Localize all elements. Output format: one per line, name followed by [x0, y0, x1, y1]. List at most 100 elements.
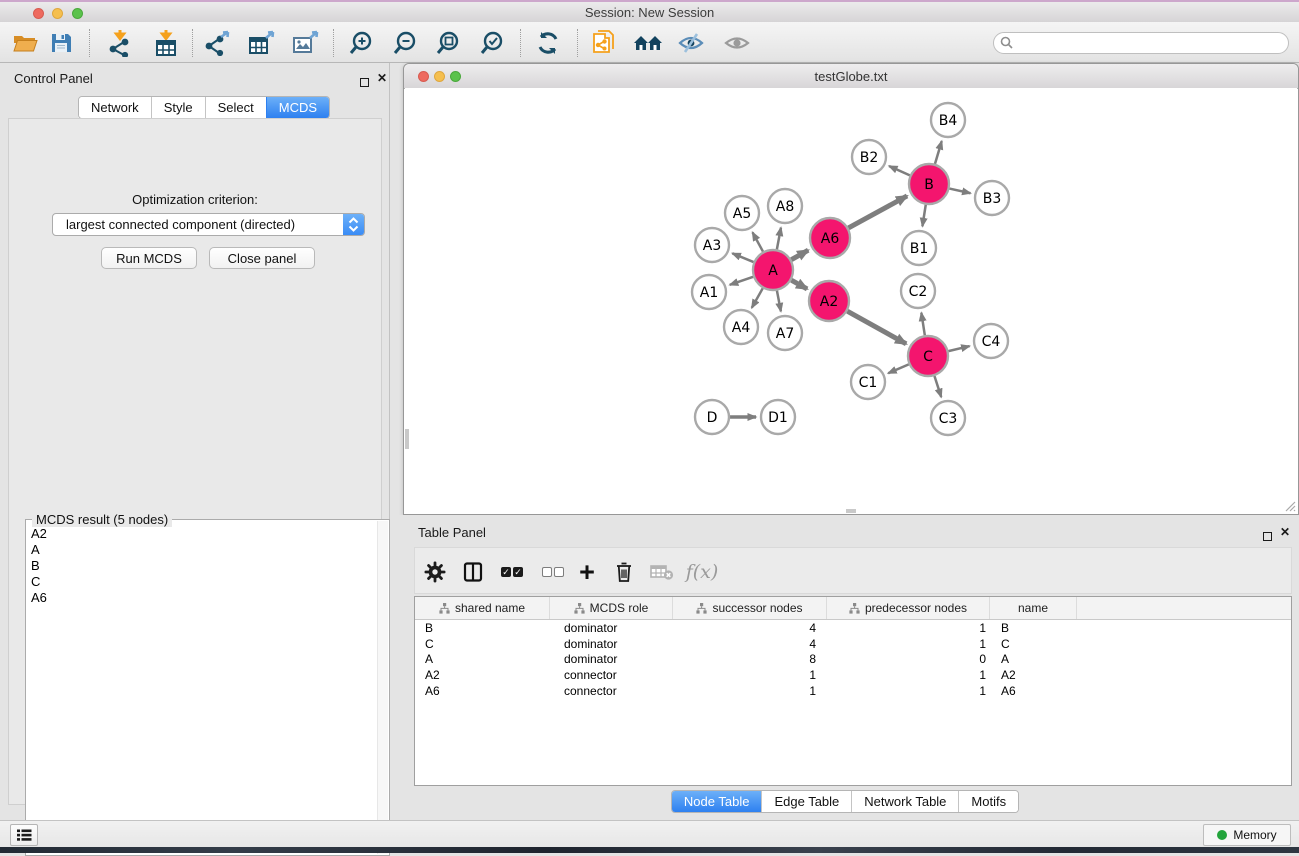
- float-table-panel-icon[interactable]: [1263, 528, 1272, 546]
- result-item[interactable]: C: [28, 574, 377, 590]
- memory-button[interactable]: Memory: [1203, 824, 1291, 846]
- result-item[interactable]: B: [28, 558, 377, 574]
- close-panel-icon[interactable]: ✕: [377, 73, 387, 83]
- table-cell[interactable]: 1: [827, 684, 990, 698]
- edge-C-C3[interactable]: [934, 376, 941, 397]
- table-row[interactable]: A6connector11A6: [415, 683, 1291, 699]
- table-cell[interactable]: B: [990, 621, 1077, 635]
- table-cell[interactable]: connector: [550, 668, 673, 682]
- search-input[interactable]: [993, 32, 1289, 54]
- table-row[interactable]: Adominator80A: [415, 651, 1291, 667]
- delete-row-button[interactable]: [608, 556, 640, 588]
- optimization-criterion-dropdown[interactable]: largest connected component (directed): [52, 213, 365, 236]
- open-session-button[interactable]: [10, 28, 40, 58]
- table-cell[interactable]: dominator: [550, 637, 673, 651]
- close-table-panel-icon[interactable]: ✕: [1280, 527, 1290, 537]
- table-cell[interactable]: A6: [990, 684, 1077, 698]
- export-network-button[interactable]: [203, 28, 233, 58]
- table-cell[interactable]: 1: [827, 637, 990, 651]
- table-cell[interactable]: C: [990, 637, 1077, 651]
- tab-select[interactable]: Select: [205, 97, 266, 118]
- tab-mcds[interactable]: MCDS: [266, 97, 329, 118]
- edge-C-C4[interactable]: [948, 346, 969, 351]
- edge-A6-B[interactable]: [848, 196, 907, 228]
- zoom-in-button[interactable]: [346, 28, 376, 58]
- table-cell[interactable]: C: [415, 637, 550, 651]
- table-cell[interactable]: A2: [990, 668, 1077, 682]
- edge-A-A5[interactable]: [753, 232, 763, 251]
- show-panel-button[interactable]: [722, 28, 752, 58]
- tab-motifs[interactable]: Motifs: [958, 791, 1018, 812]
- float-panel-icon[interactable]: [360, 74, 369, 92]
- zoom-fit-button[interactable]: [433, 28, 463, 58]
- import-table-button[interactable]: [151, 28, 181, 58]
- chevron-up-down-icon[interactable]: [343, 214, 364, 235]
- edge-A-A6[interactable]: [791, 250, 808, 259]
- result-item[interactable]: A2: [28, 526, 377, 542]
- table-cell[interactable]: 1: [827, 621, 990, 635]
- table-cell[interactable]: 1: [673, 668, 827, 682]
- edge-A-A2[interactable]: [791, 280, 807, 289]
- hide-panel-button[interactable]: [676, 28, 706, 58]
- table-cell[interactable]: 4: [673, 637, 827, 651]
- table-cell[interactable]: 1: [673, 684, 827, 698]
- table-options-button[interactable]: [419, 556, 451, 588]
- tab-edge-table[interactable]: Edge Table: [761, 791, 851, 812]
- column-header-predecessor-nodes[interactable]: predecessor nodes: [827, 597, 990, 619]
- column-header-MCDS-role[interactable]: MCDS role: [550, 597, 673, 619]
- table-cell[interactable]: dominator: [550, 652, 673, 666]
- edge-A2-C[interactable]: [847, 311, 906, 344]
- table-row[interactable]: Bdominator41B: [415, 620, 1291, 636]
- export-table-button[interactable]: [246, 28, 276, 58]
- table-row[interactable]: A2connector11A2: [415, 667, 1291, 683]
- run-mcds-button[interactable]: Run MCDS: [101, 247, 197, 269]
- tab-node-table[interactable]: Node Table: [672, 791, 762, 812]
- column-header-shared-name[interactable]: shared name: [415, 597, 550, 619]
- table-cell[interactable]: A6: [415, 684, 550, 698]
- deselect-all-button[interactable]: [537, 556, 569, 588]
- network-graph[interactable]: B4B2BB3A5A8A6B1A3AA1C2A2A4A7CC4C1C3DD1: [405, 88, 1297, 514]
- zoom-out-button[interactable]: [390, 28, 420, 58]
- table-cell[interactable]: 1: [827, 668, 990, 682]
- column-header-successor-nodes[interactable]: successor nodes: [673, 597, 827, 619]
- tab-network[interactable]: Network: [79, 97, 151, 118]
- table-cell[interactable]: 0: [827, 652, 990, 666]
- vertical-scrollbar-thumb[interactable]: [405, 429, 409, 449]
- new-network-button[interactable]: [589, 28, 619, 58]
- table-cell[interactable]: A2: [415, 668, 550, 682]
- apply-layout-button[interactable]: [533, 28, 563, 58]
- tab-style[interactable]: Style: [151, 97, 205, 118]
- horizontal-scrollbar-thumb[interactable]: [846, 509, 856, 513]
- network-window-titlebar[interactable]: testGlobe.txt: [404, 64, 1298, 89]
- column-visibility-button[interactable]: [457, 556, 489, 588]
- result-item[interactable]: A: [28, 542, 377, 558]
- edge-B-B2[interactable]: [889, 166, 910, 175]
- save-session-button[interactable]: [46, 28, 76, 58]
- edge-B-B1[interactable]: [922, 205, 925, 227]
- edge-A-A1[interactable]: [730, 277, 753, 285]
- close-panel-button[interactable]: Close panel: [209, 247, 315, 269]
- resize-grip-icon[interactable]: [1284, 500, 1296, 512]
- table-cell[interactable]: connector: [550, 684, 673, 698]
- table-row[interactable]: Cdominator41C: [415, 636, 1291, 652]
- edge-A-A3[interactable]: [732, 253, 753, 262]
- edge-A-A4[interactable]: [752, 288, 763, 308]
- table-cell[interactable]: 4: [673, 621, 827, 635]
- result-scrollbar[interactable]: [377, 521, 388, 854]
- delete-table-button[interactable]: [646, 556, 678, 588]
- search-field[interactable]: [993, 32, 1289, 54]
- task-history-button[interactable]: [10, 824, 38, 846]
- home-button[interactable]: [633, 28, 663, 58]
- import-network-button[interactable]: [105, 28, 135, 58]
- table-cell[interactable]: 8: [673, 652, 827, 666]
- add-row-button[interactable]: +: [571, 556, 603, 588]
- function-builder-button[interactable]: f(x): [686, 556, 718, 588]
- result-item[interactable]: A6: [28, 590, 377, 606]
- edge-A-A7[interactable]: [777, 291, 781, 312]
- edge-A-A8[interactable]: [777, 228, 781, 250]
- table-cell[interactable]: B: [415, 621, 550, 635]
- tab-network-table[interactable]: Network Table: [851, 791, 958, 812]
- export-image-button[interactable]: [290, 28, 320, 58]
- column-header-name[interactable]: name: [990, 597, 1077, 619]
- table-cell[interactable]: A: [990, 652, 1077, 666]
